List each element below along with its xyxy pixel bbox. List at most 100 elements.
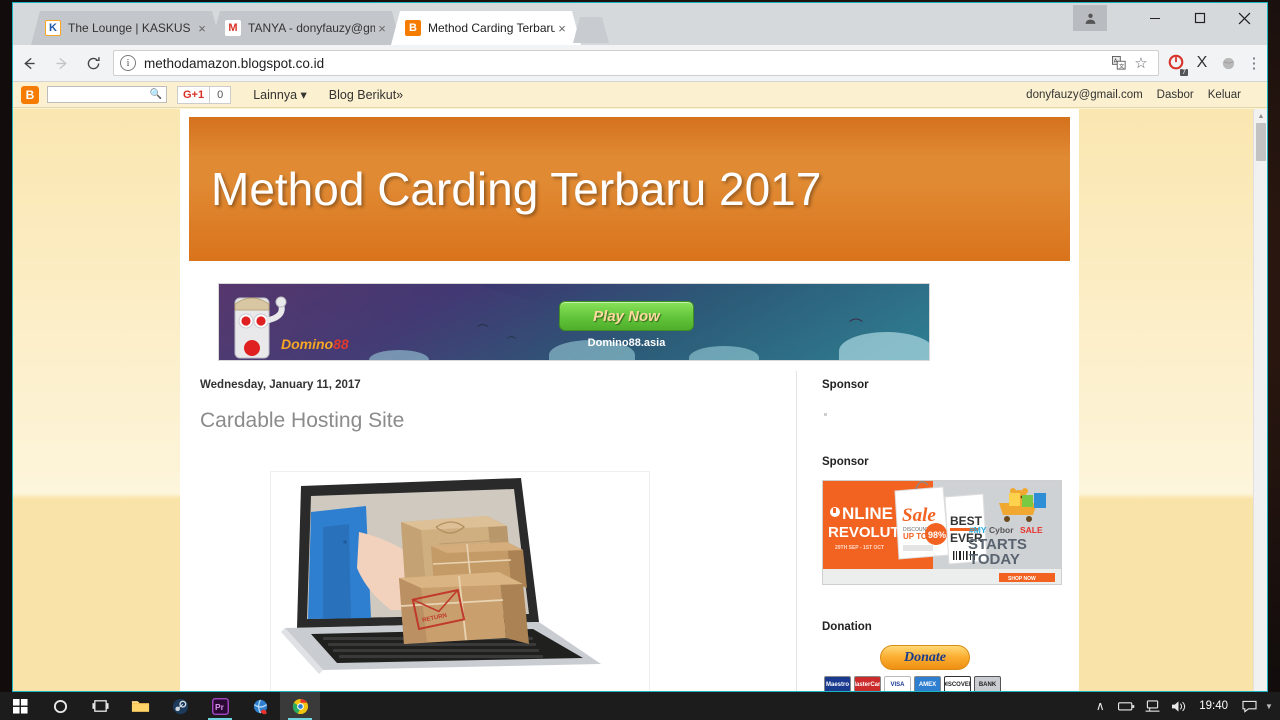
ad-bird-icon: ︵	[477, 317, 488, 329]
bookmark-star-icon[interactable]: ☆	[1130, 52, 1152, 74]
file-explorer-icon[interactable]	[120, 692, 160, 720]
donate-button[interactable]: Donate	[880, 645, 970, 670]
browser-tab-gmail[interactable]: M TANYA - donyfauzy@gm ×	[211, 11, 401, 45]
page-scrollbar[interactable]: ▲	[1253, 109, 1267, 691]
kaskus-icon: K	[45, 20, 61, 36]
reload-button[interactable]	[77, 45, 109, 82]
notification-center-icon[interactable]	[1236, 692, 1262, 720]
dashboard-link[interactable]: Dasbor	[1157, 89, 1194, 101]
forward-button[interactable]	[45, 45, 77, 82]
taskbar-clock[interactable]: 19:40	[1191, 700, 1236, 712]
gplus-label: G+1	[177, 85, 211, 104]
network-glyph	[1145, 699, 1160, 712]
address-bar[interactable]: i methodamazon.blogspot.co.id A 文 ☆	[113, 50, 1159, 76]
chrome-browser-window: K The Lounge | KASKUS × M TANYA - donyfa…	[12, 2, 1268, 692]
chrome-glyph	[292, 698, 308, 714]
chrome-menu-button[interactable]: ⋮	[1241, 45, 1267, 82]
ad-bird-icon: ︵	[849, 308, 863, 324]
network-icon[interactable]	[1139, 692, 1165, 720]
start-button[interactable]	[0, 692, 40, 720]
tray-expand-chevron-icon[interactable]: ∧	[1087, 692, 1113, 720]
card-bank: BANK	[974, 676, 1001, 691]
play-now-button[interactable]: Play Now	[559, 301, 694, 331]
nav-link-lainnya[interactable]: Lainnya ▾	[253, 87, 307, 102]
x-glyph: X	[1196, 54, 1208, 71]
maximize-button[interactable]	[1177, 3, 1222, 33]
gplus-count: 0	[210, 85, 232, 104]
domino88-mascot-icon	[234, 296, 287, 359]
ad-brand-part1: Domino	[281, 336, 334, 352]
premiere-pro-icon[interactable]: Pr	[200, 692, 240, 720]
tab-title: The Lounge | KASKUS	[68, 21, 191, 35]
translate-icon[interactable]: A 文	[1108, 52, 1130, 74]
adblock-badge: 7	[1180, 68, 1188, 76]
new-tab-button[interactable]	[573, 17, 609, 43]
battery-icon[interactable]	[1113, 692, 1139, 720]
post-image: RETURN	[270, 471, 650, 691]
tray-overflow-arrow-icon[interactable]: ▼	[1262, 692, 1276, 720]
logout-link[interactable]: Keluar	[1208, 89, 1241, 101]
chrome-icon[interactable]	[280, 692, 320, 720]
card-discover: DISCOVER	[944, 676, 971, 691]
minimize-button[interactable]	[1132, 3, 1177, 33]
svg-text:SALE: SALE	[1020, 525, 1043, 535]
sponsor-ad-image[interactable]: NLINE REVOLUTION 29TH SEP - 1ST OCT Sale…	[822, 480, 1062, 585]
blog-search-input[interactable]: 🔍	[47, 86, 167, 103]
blogger-logo-icon[interactable]: B	[21, 85, 39, 104]
accepted-cards-list: Maestro MasterCard VISA AMEX DISCOVER BA…	[824, 676, 1072, 691]
gplus-button[interactable]: G+1 0	[177, 85, 232, 104]
task-view-icon[interactable]	[80, 692, 120, 720]
volume-icon[interactable]	[1165, 692, 1191, 720]
forward-arrow-icon	[55, 57, 67, 69]
sponsor-1-placeholder	[824, 413, 827, 416]
domino88-ad-banner[interactable]: ︵ ︵ ︵ Domino88 Play Now Domino88.asia	[218, 283, 930, 361]
tab-close-icon[interactable]: ×	[195, 21, 209, 36]
svg-text:29TH SEP - 1ST OCT: 29TH SEP - 1ST OCT	[835, 545, 884, 551]
browser-tab-blogger[interactable]: B Method Carding Terbaru ×	[391, 11, 581, 45]
svg-text:Cybor: Cybor	[989, 525, 1014, 535]
svg-text:98%: 98%	[928, 530, 946, 540]
globe-extension-icon[interactable]	[1215, 45, 1241, 82]
close-button[interactable]	[1222, 3, 1267, 33]
blogger-icon: B	[405, 20, 421, 36]
blog-header-banner: Method Carding Terbaru 2017	[189, 117, 1070, 261]
kebab-menu-icon: ⋮	[1246, 55, 1262, 72]
premiere-glyph: Pr	[211, 697, 229, 715]
post-title[interactable]: Cardable Hosting Site	[200, 409, 772, 433]
profile-avatar-button[interactable]	[1073, 5, 1107, 31]
laptop-parcels-illustration: RETURN	[281, 478, 601, 674]
ie-globe-icon	[253, 699, 267, 714]
site-info-icon[interactable]: i	[120, 55, 136, 71]
translate-glyph: A 文	[1112, 56, 1126, 70]
tab-title: Method Carding Terbaru	[428, 21, 555, 35]
svg-text:Sale: Sale	[902, 505, 936, 526]
nav-link-blog-berikut[interactable]: Blog Berikut»	[329, 88, 403, 102]
back-button[interactable]	[13, 45, 45, 82]
tab-strip: K The Lounge | KASKUS × M TANYA - donyfa…	[13, 3, 1267, 45]
tab-close-icon[interactable]: ×	[555, 21, 569, 36]
scrollbar-thumb[interactable]	[1256, 123, 1266, 161]
speech-bubble-icon	[1241, 700, 1257, 713]
x-extension-icon[interactable]: X	[1189, 45, 1215, 82]
tab-close-icon[interactable]: ×	[375, 21, 389, 36]
gmail-icon: M	[225, 20, 241, 36]
page-viewport: B 🔍 G+1 0 Lainnya ▾ Blog Berikut» donyfa…	[13, 82, 1267, 691]
adblock-extension-icon[interactable]: 7	[1163, 45, 1189, 82]
minimize-icon	[1149, 18, 1160, 19]
account-email: donyfauzy@gmail.com	[1026, 88, 1143, 101]
ad-brand-part2: 88	[333, 336, 349, 352]
ad-brand-text: Domino88	[281, 336, 349, 352]
scroll-up-arrow-icon[interactable]: ▲	[1254, 109, 1267, 123]
blog-page-background: Method Carding Terbaru 2017 ︵ ︵ ︵ Domino…	[13, 109, 1253, 691]
globe-glyph	[1222, 57, 1234, 69]
post-date: Wednesday, January 11, 2017	[200, 379, 361, 391]
volume-glyph	[1171, 700, 1185, 712]
windows-logo-icon	[12, 698, 28, 714]
browser-tab-kaskus[interactable]: K The Lounge | KASKUS ×	[31, 11, 221, 45]
svg-text:SHOP NOW: SHOP NOW	[1008, 576, 1036, 582]
windows-taskbar: Pr ∧ 19:40 ▼	[0, 692, 1280, 720]
cortana-search-icon[interactable]	[40, 692, 80, 720]
internet-explorer-icon[interactable]	[240, 692, 280, 720]
steam-icon[interactable]	[160, 692, 200, 720]
column-divider	[796, 371, 797, 691]
